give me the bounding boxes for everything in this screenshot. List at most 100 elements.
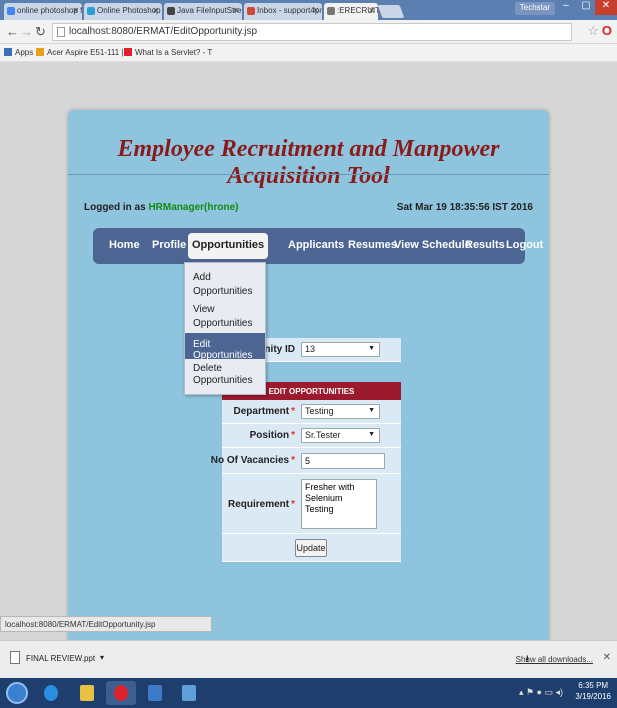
position-value: Sr.Tester	[305, 430, 341, 440]
url-input[interactable]: localhost:8080/ERMAT/EditOpportunity.jsp	[52, 23, 572, 41]
chevron-down-icon: ▼	[368, 345, 375, 352]
close-icon[interactable]: ✕	[368, 6, 375, 15]
page-icon	[167, 7, 175, 15]
menu-logout[interactable]: Logout	[506, 239, 543, 251]
downloads-bar: FINAL REVIEW.ppt ▾ ⭳ Show all downloads.…	[0, 640, 617, 678]
start-button[interactable]	[6, 682, 28, 704]
bookmark-item[interactable]: Acer Aspire E51-111 |	[36, 48, 124, 57]
position-select[interactable]: Sr.Tester ▼	[301, 428, 380, 443]
menu-applicants[interactable]: Applicants	[288, 239, 344, 251]
close-icon[interactable]: ✕	[232, 6, 239, 15]
main-menu: Home Profile Opportunities Applicants Re…	[93, 228, 543, 264]
department-label-text: Department	[233, 406, 290, 417]
browser-tab-bar: online photoshop free - ✕ Online Photosh…	[0, 0, 617, 20]
show-all-downloads-link[interactable]: Show all downloads...	[516, 655, 593, 664]
vacancies-label-text: No Of Vacancies	[210, 455, 290, 466]
position-label: Position *	[250, 430, 295, 441]
bookmark-label: What Is a Servlet? - T	[135, 48, 213, 57]
app-icon	[148, 685, 162, 701]
dropdown-add-opportunities[interactable]: Add Opportunities	[185, 271, 265, 297]
gmail-icon	[247, 7, 255, 15]
opera-icon	[114, 685, 128, 701]
maximize-icon[interactable]: ▢	[575, 0, 597, 15]
taskbar-ie[interactable]	[36, 681, 66, 705]
dropdown-view-opportunities[interactable]: View Opportunities	[185, 303, 265, 329]
dropdown-edit-opportunities[interactable]: Edit Opportunities	[185, 333, 265, 361]
url-text: localhost:8080/ERMAT/EditOpportunity.jsp	[69, 26, 258, 37]
bookmark-apps[interactable]: Apps	[4, 48, 33, 57]
chevron-down-icon[interactable]: ▾	[100, 653, 104, 662]
taskbar-explorer[interactable]	[72, 681, 102, 705]
opera-icon[interactable]: O	[602, 23, 612, 38]
page-title: Employee Recruitment and Manpower Acquis…	[117, 136, 500, 189]
update-row: Update	[222, 534, 401, 562]
logged-in-label: Logged in as	[84, 202, 146, 213]
vacancies-row: No Of Vacancies * 5	[211, 448, 401, 474]
browser-tab[interactable]: online photoshop free - ✕	[4, 3, 82, 20]
close-icon[interactable]: ✕	[72, 6, 79, 15]
download-item[interactable]: FINAL REVIEW.ppt ▾	[4, 647, 154, 671]
minimize-icon[interactable]: –	[555, 0, 577, 15]
app-icon	[182, 685, 196, 701]
bookmark-label: Acer Aspire E51-111 |	[47, 48, 124, 57]
browser-tab[interactable]: Inbox - support4project ✕	[244, 3, 322, 20]
acer-icon	[36, 48, 44, 56]
requirement-textarea[interactable]: Fresher with Selenium Testing	[301, 479, 377, 529]
close-window-icon[interactable]: ✕	[595, 0, 617, 15]
browser-tab-active[interactable]: :ERECRUITMENT: ✕	[324, 3, 378, 20]
browser-tab[interactable]: Online Photoshop Free - ✕	[84, 3, 162, 20]
department-row: Department * Testing ▼	[222, 400, 401, 424]
menu-view-schedule[interactable]: View Schedule	[394, 239, 471, 251]
page-icon	[57, 27, 65, 37]
required-mark: *	[291, 430, 295, 441]
menu-home[interactable]: Home	[109, 239, 140, 251]
close-icon[interactable]: ✕	[152, 6, 159, 15]
department-select[interactable]: Testing ▼	[301, 404, 380, 419]
taskbar-opera[interactable]	[106, 681, 136, 705]
requirement-label: Requirement *	[228, 499, 295, 510]
system-clock[interactable]: 6:35 PM 3/19/2016	[575, 680, 611, 702]
taskbar-app[interactable]	[140, 681, 170, 705]
requirement-row: Requirement * Fresher with Selenium Testi…	[222, 474, 401, 534]
forward-icon[interactable]: →	[20, 24, 33, 39]
tray-icons[interactable]: ▴ ⚑ ● ▭ ◂)	[519, 687, 563, 698]
position-row: Position * Sr.Tester ▼	[222, 424, 401, 448]
required-mark: *	[291, 406, 295, 417]
opportunity-id-select[interactable]: 13 ▼	[301, 342, 380, 357]
menu-results[interactable]: Results	[465, 239, 505, 251]
status-url-bubble: localhost:8080/ERMAT/EditOpportunity.jsp	[0, 616, 212, 632]
google-icon	[7, 7, 15, 15]
vacancies-label: No Of Vacancies *	[211, 455, 295, 466]
document-icon	[10, 651, 20, 664]
reload-icon[interactable]: ↻	[35, 24, 46, 40]
menu-profile[interactable]: Profile	[152, 239, 186, 251]
menu-opportunities[interactable]: Opportunities	[188, 233, 269, 259]
department-label: Department *	[234, 406, 295, 417]
menu-resumes[interactable]: Resumes	[348, 239, 397, 251]
bookmark-label: Apps	[15, 48, 34, 57]
taskbar-app[interactable]	[174, 681, 204, 705]
new-tab-button[interactable]	[377, 5, 405, 18]
download-filename: FINAL REVIEW.ppt	[26, 654, 96, 663]
bookmark-star-icon[interactable]: ☆	[587, 23, 599, 39]
opportunities-dropdown: Add Opportunities View Opportunities Edi…	[184, 262, 266, 395]
back-icon[interactable]: ←	[6, 24, 19, 39]
update-button[interactable]: Update	[295, 539, 327, 557]
close-icon[interactable]: ✕	[312, 6, 319, 15]
opportunity-id-value: 13	[305, 344, 316, 354]
profile-badge[interactable]: Techstar	[514, 2, 555, 15]
page-viewport: Employee Recruitment and Manpower Acquis…	[0, 62, 617, 640]
chevron-down-icon: ▼	[368, 407, 375, 414]
bookmark-item[interactable]: What Is a Servlet? - T	[124, 48, 212, 57]
address-bar: ← → ↻ localhost:8080/ERMAT/EditOpportuni…	[0, 20, 617, 44]
close-icon[interactable]: ✕	[603, 652, 611, 663]
dropdown-delete-opportunities[interactable]: Delete Opportunities	[185, 363, 252, 387]
required-mark: *	[291, 499, 295, 510]
required-mark: *	[291, 455, 295, 466]
internet-explorer-icon	[44, 685, 58, 701]
browser-tab[interactable]: Java FileInputStream and ✕	[164, 3, 242, 20]
vacancies-input[interactable]: 5	[301, 453, 385, 469]
header-divider	[68, 174, 549, 175]
current-datetime: Sat Mar 19 18:35:56 IST 2016	[396, 202, 533, 213]
folder-icon	[80, 685, 94, 701]
